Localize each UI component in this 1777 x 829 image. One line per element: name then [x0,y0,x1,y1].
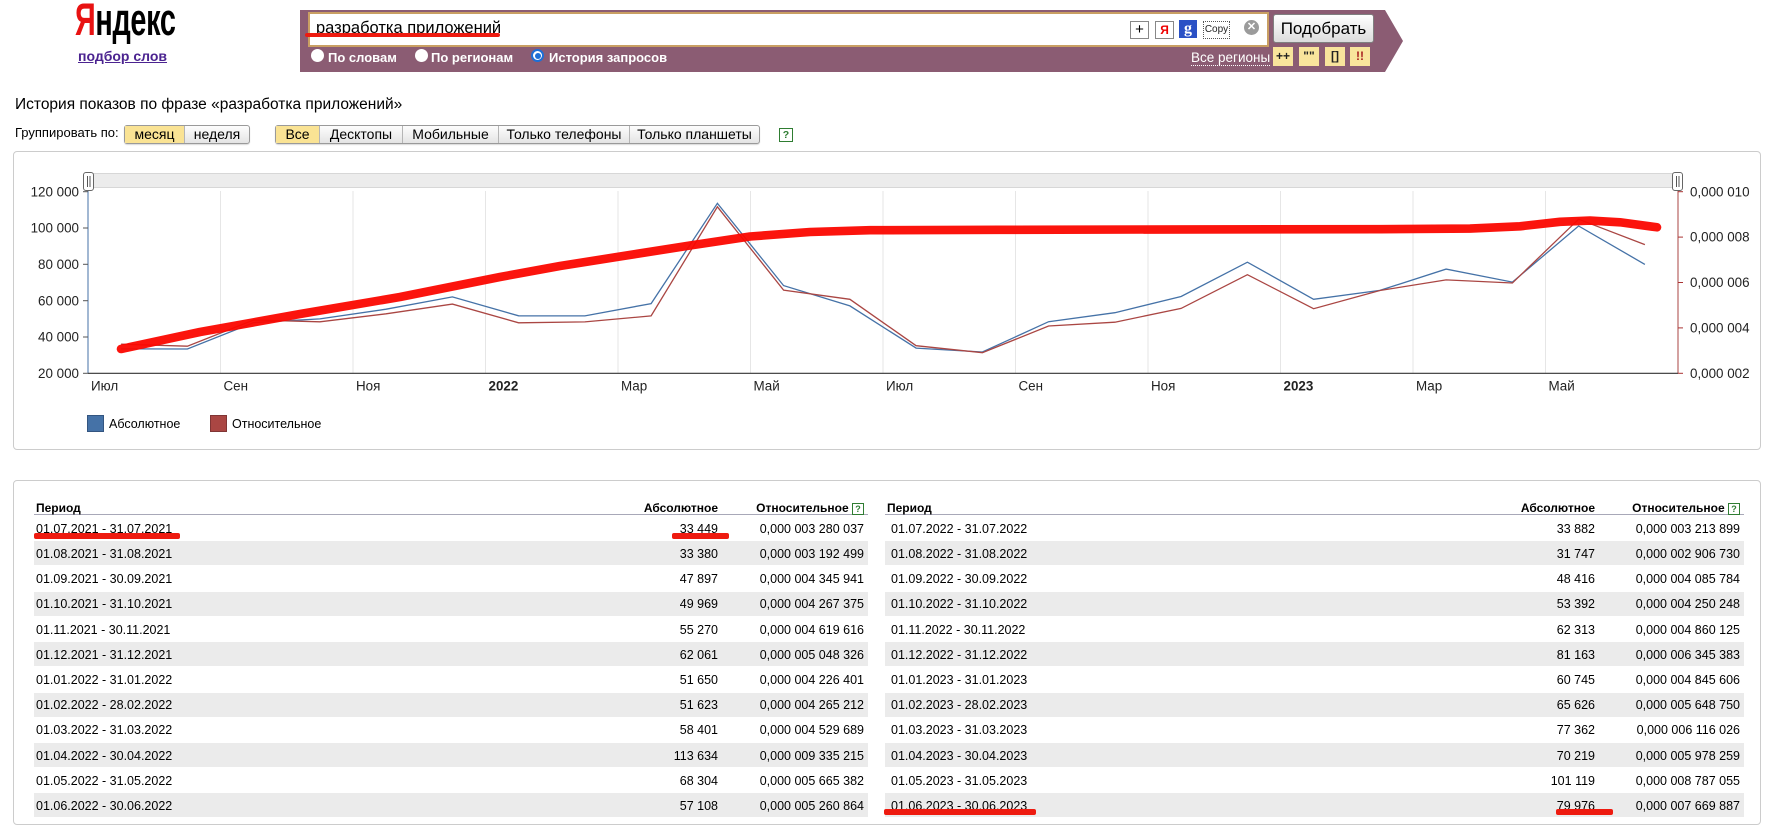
svg-text:0,000 004: 0,000 004 [1690,321,1750,336]
svg-text:0,000 002: 0,000 002 [1690,366,1750,381]
svg-text:Мар: Мар [621,379,647,394]
svg-text:Май: Май [1549,379,1575,394]
svg-text:Ноя: Ноя [1151,379,1175,394]
svg-text:120 000: 120 000 [31,184,79,199]
svg-text:2023: 2023 [1284,379,1314,394]
svg-text:Мар: Мар [1416,379,1442,394]
svg-text:20 000: 20 000 [38,366,79,381]
svg-text:Июл: Июл [886,379,913,394]
svg-text:100 000: 100 000 [31,221,79,236]
svg-text:Сен: Сен [224,379,249,394]
svg-text:0,000 008: 0,000 008 [1690,230,1750,245]
svg-text:Ноя: Ноя [356,379,380,394]
svg-text:2022: 2022 [489,379,519,394]
svg-text:0,000 006: 0,000 006 [1690,275,1750,290]
svg-text:80 000: 80 000 [38,257,79,272]
svg-text:40 000: 40 000 [38,330,79,345]
svg-text:0,000 010: 0,000 010 [1690,184,1750,199]
svg-text:Сен: Сен [1019,379,1044,394]
svg-text:Июл: Июл [91,379,118,394]
svg-text:Май: Май [754,379,780,394]
svg-text:60 000: 60 000 [38,293,79,308]
